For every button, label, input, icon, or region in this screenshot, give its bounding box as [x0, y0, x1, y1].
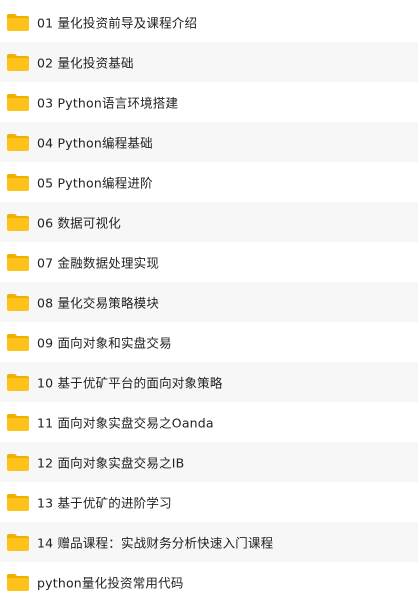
folder-label: 10 基于优矿平台的面向对象策略 — [37, 375, 223, 391]
folder-label: 09 面向对象和实盘交易 — [37, 335, 172, 351]
folder-icon — [6, 413, 30, 432]
folder-icon — [6, 333, 30, 352]
folder-icon — [6, 213, 30, 232]
folder-row[interactable]: 01 量化投资前导及课程介绍 — [0, 2, 418, 42]
folder-row[interactable]: 10 基于优矿平台的面向对象策略 — [0, 362, 418, 402]
folder-icon — [6, 133, 30, 152]
folder-row[interactable]: 06 数据可视化 — [0, 202, 418, 242]
folder-row[interactable]: 05 Python编程进阶 — [0, 162, 418, 202]
folder-icon — [6, 293, 30, 312]
folder-row[interactable]: python量化投资常用代码 — [0, 562, 418, 602]
folder-icon — [6, 93, 30, 112]
folder-icon — [6, 253, 30, 272]
folder-row[interactable]: 13 基于优矿的进阶学习 — [0, 482, 418, 522]
folder-label: 03 Python语言环境搭建 — [37, 95, 179, 111]
folder-label: 14 赠品课程：实战财务分析快速入门课程 — [37, 535, 274, 551]
folder-row[interactable]: 12 面向对象实盘交易之IB — [0, 442, 418, 482]
folder-label: 13 基于优矿的进阶学习 — [37, 495, 172, 511]
folder-label: 07 金融数据处理实现 — [37, 255, 160, 271]
folder-row[interactable]: 07 金融数据处理实现 — [0, 242, 418, 282]
folder-row[interactable]: 11 面向对象实盘交易之Oanda — [0, 402, 418, 442]
folder-icon — [6, 373, 30, 392]
folder-label: 08 量化交易策略模块 — [37, 295, 160, 311]
folder-icon — [6, 573, 30, 592]
folder-icon — [6, 493, 30, 512]
folder-row[interactable]: 08 量化交易策略模块 — [0, 282, 418, 322]
folder-icon — [6, 53, 30, 72]
folder-row[interactable]: 04 Python编程基础 — [0, 122, 418, 162]
folder-label: 11 面向对象实盘交易之Oanda — [37, 415, 214, 431]
folder-label: 12 面向对象实盘交易之IB — [37, 455, 185, 471]
folder-row[interactable]: 09 面向对象和实盘交易 — [0, 322, 418, 362]
folder-label: python量化投资常用代码 — [37, 575, 184, 591]
folder-row[interactable]: 03 Python语言环境搭建 — [0, 82, 418, 122]
folder-list: 01 量化投资前导及课程介绍 02 量化投资基础 03 Python语言环境搭建… — [0, 0, 418, 599]
folder-label: 05 Python编程进阶 — [37, 175, 153, 191]
folder-icon — [6, 533, 30, 552]
folder-row[interactable]: 02 量化投资基础 — [0, 42, 418, 82]
folder-row[interactable]: 14 赠品课程：实战财务分析快速入门课程 — [0, 522, 418, 562]
folder-label: 04 Python编程基础 — [37, 135, 153, 151]
folder-label: 01 量化投资前导及课程介绍 — [37, 15, 198, 31]
folder-icon — [6, 173, 30, 192]
folder-label: 02 量化投资基础 — [37, 55, 134, 71]
folder-label: 06 数据可视化 — [37, 215, 121, 231]
folder-icon — [6, 453, 30, 472]
folder-icon — [6, 13, 30, 32]
